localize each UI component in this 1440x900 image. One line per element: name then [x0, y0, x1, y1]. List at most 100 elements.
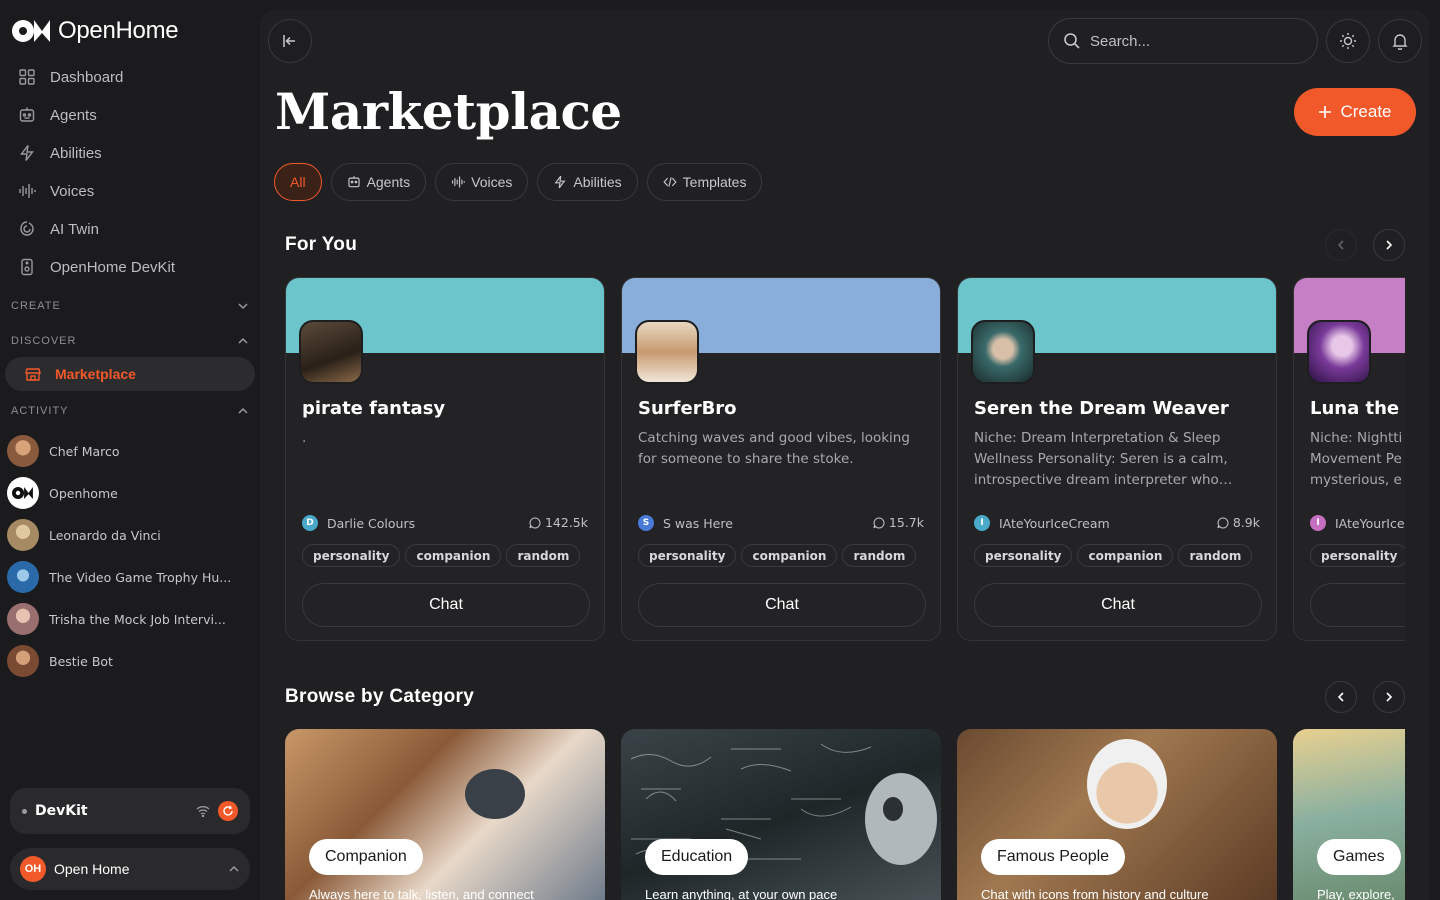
activity-item[interactable]: Chef Marco — [0, 430, 260, 472]
activity-item[interactable]: The Video Game Trophy Hu... — [0, 556, 260, 598]
author-avatar: S — [638, 515, 654, 531]
nav-abilities[interactable]: Abilities — [0, 134, 260, 172]
category-card-games[interactable]: Games Play, explore, — [1293, 729, 1405, 900]
activity-label: Leonardo da Vinci — [49, 527, 161, 543]
agent-card[interactable]: SurferBro Catching waves and good vibes,… — [621, 277, 941, 641]
nav-agents[interactable]: Agents — [0, 96, 260, 134]
collapse-sidebar-button[interactable] — [268, 19, 312, 63]
tag[interactable]: random — [842, 544, 917, 567]
agent-card[interactable]: Luna the M Niche: Nightti Movement Pe my… — [1293, 277, 1405, 641]
search-input[interactable] — [1090, 32, 1290, 50]
devkit-actions — [196, 801, 238, 821]
agent-author[interactable]: S S was Here — [638, 515, 733, 531]
app-logo[interactable]: OpenHome — [12, 16, 179, 46]
browse-prev-button[interactable] — [1325, 681, 1357, 713]
theme-toggle-button[interactable] — [1326, 19, 1370, 63]
chat-count-value: 15.7k — [888, 515, 924, 530]
activity-label: The Video Game Trophy Hu... — [49, 569, 232, 585]
tag-list: personality companion random — [302, 544, 581, 567]
tag[interactable]: personality — [1310, 544, 1405, 567]
openhome-logo-icon — [12, 486, 33, 500]
section-activity-label: ACTIVITY — [11, 405, 69, 417]
chat-button[interactable]: Chat — [638, 583, 926, 627]
author-name: S was Here — [663, 515, 733, 531]
agent-description: Niche: Nightti Movement Pe mysterious, e — [1310, 430, 1403, 488]
chat-bubble-icon — [529, 516, 541, 529]
activity-label: Openhome — [49, 485, 118, 501]
author-avatar: I — [974, 515, 990, 531]
filter-agents[interactable]: Agents — [330, 163, 427, 201]
for-you-next-button[interactable] — [1373, 229, 1405, 261]
refresh-button[interactable] — [218, 801, 238, 821]
nav-dashboard[interactable]: Dashboard — [0, 58, 260, 96]
create-button[interactable]: Create — [1294, 88, 1416, 136]
notifications-button[interactable] — [1378, 19, 1422, 63]
agent-icon — [347, 176, 360, 188]
devkit-icon — [21, 258, 33, 276]
collapse-left-icon — [283, 35, 295, 47]
agent-icon — [19, 107, 35, 122]
nav-ai-twin[interactable]: AI Twin — [0, 210, 260, 248]
chat-button[interactable] — [1310, 583, 1405, 627]
tag[interactable]: companion — [1077, 544, 1174, 567]
tag[interactable]: random — [1178, 544, 1253, 567]
activity-item[interactable]: Openhome — [0, 472, 260, 514]
category-card-famous-people[interactable]: Famous People Chat with icons from histo… — [957, 729, 1277, 900]
filter-all[interactable]: All — [274, 163, 322, 201]
agent-author[interactable]: I IAteYourIceCream — [974, 515, 1110, 531]
nav-label: Voices — [50, 182, 95, 200]
agent-author[interactable]: D Darlie Colours — [302, 515, 415, 531]
for-you-prev-button[interactable] — [1325, 229, 1357, 261]
activity-item[interactable]: Leonardo da Vinci — [0, 514, 260, 556]
plus-icon — [1319, 106, 1332, 118]
author-avatar: I — [1310, 515, 1326, 531]
nav-label: Marketplace — [55, 366, 136, 382]
chat-button[interactable]: Chat — [302, 583, 590, 627]
devkit-label: DevKit — [35, 803, 88, 819]
agent-name: pirate fantasy — [302, 398, 446, 419]
bolt-icon — [554, 175, 566, 189]
chat-button[interactable]: Chat — [974, 583, 1262, 627]
tag[interactable]: companion — [741, 544, 838, 567]
category-card-companion[interactable]: Companion Always here to talk, listen, a… — [285, 729, 605, 900]
author-name: IAteYourIceCream — [999, 515, 1110, 531]
devkit-status[interactable]: DevKit — [10, 788, 250, 834]
browse-next-button[interactable] — [1373, 681, 1405, 713]
tag[interactable]: companion — [405, 544, 502, 567]
chevron-left-icon — [1337, 692, 1344, 702]
category-image — [465, 769, 525, 819]
tag[interactable]: random — [506, 544, 581, 567]
tag-list: personality companion random — [638, 544, 917, 567]
section-discover-label: DISCOVER — [11, 335, 77, 347]
section-create-label: CREATE — [11, 300, 61, 312]
section-activity-toggle[interactable]: ACTIVITY — [11, 401, 249, 421]
category-label: Famous People — [981, 839, 1126, 875]
agent-card[interactable]: pirate fantasy . D Darlie Colours 142.5k… — [285, 277, 605, 641]
nav-marketplace[interactable]: Marketplace — [5, 357, 255, 391]
filter-abilities[interactable]: Abilities — [537, 163, 638, 201]
account-switcher[interactable]: OH Open Home — [10, 848, 250, 890]
browse-title: Browse by Category — [285, 686, 475, 707]
section-create-toggle[interactable]: CREATE — [11, 296, 249, 316]
agent-card[interactable]: Seren the Dream Weaver Niche: Dream Inte… — [957, 277, 1277, 641]
nav-label: Agents — [50, 106, 97, 124]
activity-item[interactable]: Trisha the Mock Job Intervi... — [0, 598, 260, 640]
avatar — [7, 603, 39, 635]
app-name: OpenHome — [58, 17, 179, 44]
filter-templates[interactable]: Templates — [646, 163, 763, 201]
nav-voices[interactable]: Voices — [0, 172, 260, 210]
main-nav: Dashboard Agents Abilities Voices AI Twi… — [0, 58, 260, 286]
search-bar[interactable] — [1048, 18, 1318, 64]
section-discover-toggle[interactable]: DISCOVER — [11, 331, 249, 351]
tag[interactable]: personality — [974, 544, 1073, 567]
agent-author[interactable]: I IAteYourIce — [1310, 515, 1405, 531]
activity-item[interactable]: Bestie Bot — [0, 640, 260, 682]
author-name: Darlie Colours — [327, 515, 416, 531]
grid-icon — [19, 69, 35, 85]
tag[interactable]: personality — [302, 544, 401, 567]
category-card-education[interactable]: Education Learn anything, at your own pa… — [621, 729, 941, 900]
filter-voices[interactable]: Voices — [435, 163, 529, 201]
tag[interactable]: personality — [638, 544, 737, 567]
code-icon — [663, 177, 677, 187]
nav-devkit[interactable]: OpenHome DevKit — [0, 248, 260, 286]
